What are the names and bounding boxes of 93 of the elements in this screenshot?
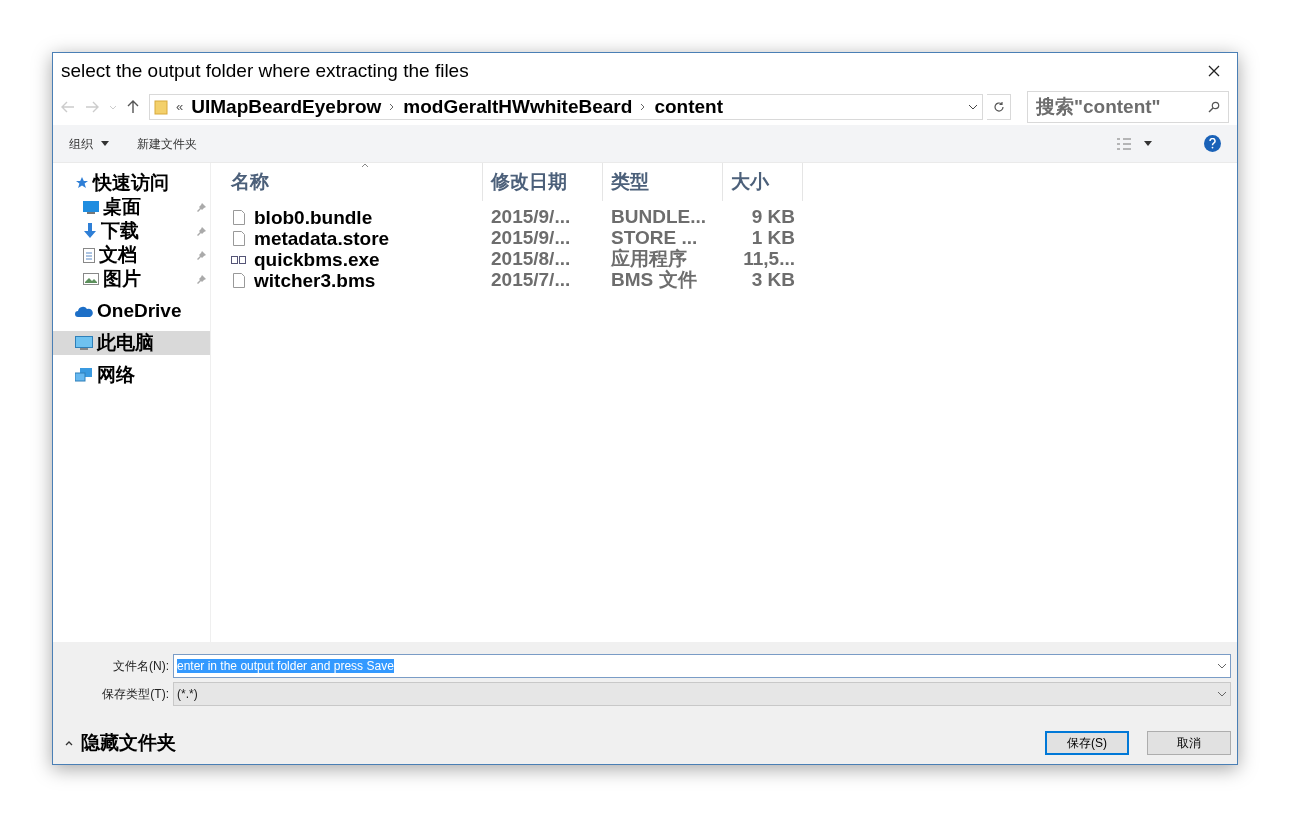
folder-icon [154, 99, 168, 115]
file-type: BUNDLE... [611, 205, 706, 227]
sidebar-item[interactable]: 图片 [53, 267, 210, 291]
sidebar-label: 图片 [103, 266, 142, 291]
file-row[interactable]: metadata.store 2015/9/... STORE ... 1 KB [223, 228, 1237, 249]
file-row[interactable]: blob0.bundle 2015/9/... BUNDLE... 9 KB [223, 207, 1237, 228]
caret-icon [101, 141, 109, 146]
up-arrow-icon [127, 100, 139, 114]
modified-date: 2015/9/... [491, 205, 571, 227]
sidebar-item[interactable]: 快速访问 [53, 171, 210, 195]
sidebar-item[interactable]: 桌面 [53, 195, 210, 219]
file-icon [232, 273, 245, 288]
modified-date: 2015/8/... [491, 247, 571, 269]
dropdown-caret-icon [968, 104, 978, 110]
file-name: witcher3.bms [254, 270, 376, 291]
picture-icon [83, 273, 99, 285]
document-icon [83, 247, 95, 263]
sidebar-label: 下载 [101, 218, 140, 243]
sidebar-label: 快速访问 [93, 170, 170, 195]
caret-icon [1144, 141, 1152, 146]
help-icon [1209, 138, 1216, 149]
star-icon [75, 176, 89, 190]
back-arrow-icon [61, 101, 75, 113]
file-icon [232, 231, 245, 246]
column-header[interactable]: 大小 [723, 163, 803, 201]
address-bar[interactable]: « UIMapBeardEyebrow modGeraltHWwhiteBeard content [149, 94, 983, 120]
modified-date: 2015/7/... [491, 268, 571, 290]
organize-menu[interactable]: 组织 [69, 134, 109, 153]
window-title: select the output folder where extracting the files [61, 58, 470, 83]
file-size: 11,5... [743, 247, 795, 269]
new-folder-button[interactable]: 新建文件夹 [137, 134, 197, 153]
chevron-icon [389, 103, 396, 111]
sidebar-item[interactable]: 此电脑 [53, 331, 210, 355]
modified-date: 2015/9/... [491, 226, 571, 248]
file-type: 应用程序 [611, 247, 687, 269]
sidebar-item[interactable]: OneDrive [53, 299, 210, 323]
file-name: quickbms.exe [254, 249, 380, 270]
caret-icon [109, 104, 117, 110]
monitor-icon [83, 200, 99, 214]
file-size: 1 KB [751, 226, 795, 248]
pin-icon [197, 226, 206, 236]
column-header[interactable]: 名称 [223, 163, 483, 201]
sidebar-item[interactable]: 文档 [53, 243, 210, 267]
file-type: BMS 文件 [611, 268, 697, 290]
refresh-icon [992, 101, 1005, 113]
program-icon [231, 255, 246, 264]
column-header[interactable]: 类型 [603, 163, 723, 201]
sidebar-label: 桌面 [103, 194, 142, 219]
dropdown-caret-icon [1217, 691, 1227, 697]
sidebar-label: 网络 [97, 362, 136, 387]
file-row[interactable]: witcher3.bms 2015/7/... BMS 文件 3 KB [223, 270, 1237, 291]
refresh-button[interactable] [987, 94, 1011, 120]
field-label: 保存类型(T): [101, 686, 170, 703]
cloud-icon [75, 305, 93, 317]
file-size: 3 KB [751, 268, 795, 290]
cancel-button[interactable]: 取消 [1147, 731, 1231, 756]
search-icon [1208, 101, 1220, 113]
file-size: 9 KB [751, 205, 795, 227]
column-header[interactable]: 修改日期 [483, 163, 603, 201]
breadcrumb-item[interactable]: content [654, 95, 723, 119]
dropdown-caret-icon [1217, 663, 1227, 669]
help-button[interactable] [1204, 135, 1221, 152]
close-icon [1208, 65, 1220, 77]
caret-icon [65, 740, 73, 746]
breadcrumb-item[interactable]: UIMapBeardEyebrow [191, 95, 382, 119]
field-label: 文件名(N): [112, 658, 170, 675]
sort-caret-icon [361, 163, 369, 168]
file-row[interactable]: quickbms.exe 2015/8/... 应用程序 11,5... [223, 249, 1237, 270]
pin-icon [197, 250, 206, 260]
network-icon [75, 367, 93, 383]
file-name: metadata.store [254, 228, 390, 249]
chevron-icon [640, 103, 647, 111]
sidebar-label: 文档 [99, 242, 138, 267]
computer-icon [75, 335, 93, 351]
search-field[interactable]: 搜索"content" [1027, 91, 1229, 123]
filetype-dropdown[interactable]: (*.*) [173, 682, 1231, 706]
sidebar-label: 此电脑 [97, 330, 155, 355]
view-options-button[interactable] [1116, 137, 1152, 150]
pin-icon [197, 202, 206, 212]
file-type: STORE ... [611, 226, 698, 248]
sidebar-item[interactable]: 下载 [53, 219, 210, 243]
breadcrumb-overflow[interactable]: « [176, 97, 184, 117]
file-name: blob0.bundle [254, 207, 373, 228]
file-icon [232, 210, 245, 225]
sidebar-label: OneDrive [97, 298, 183, 323]
details-view-icon [1116, 137, 1132, 150]
breadcrumb-item[interactable]: modGeraltHWwhiteBeard [403, 95, 633, 119]
down-arrow-icon [83, 223, 97, 239]
hide-folders-toggle[interactable]: 隐藏文件夹 [65, 729, 176, 758]
save-button[interactable]: 保存(S) [1045, 731, 1129, 756]
forward-arrow-icon [85, 101, 99, 113]
sidebar-item[interactable]: 网络 [53, 363, 210, 387]
pin-icon [197, 274, 206, 284]
